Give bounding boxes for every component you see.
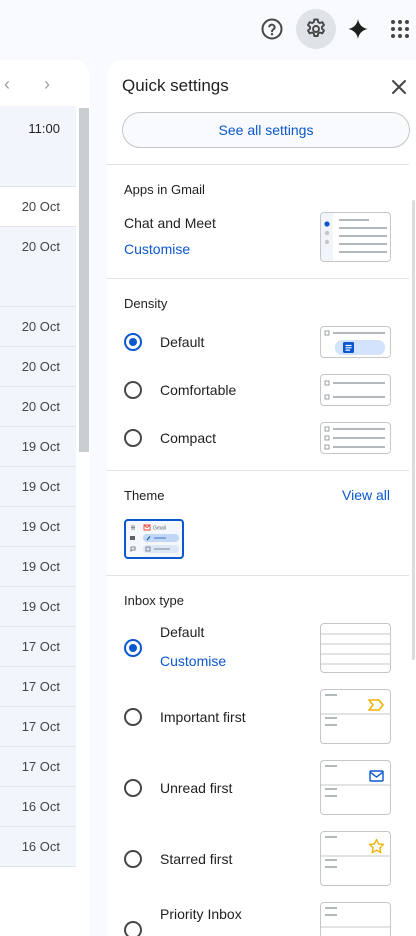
chat-meet-label: Chat and Meet	[124, 215, 216, 231]
mail-row[interactable]: 16 Oct	[0, 787, 76, 827]
mail-date: 20 Oct	[21, 399, 60, 414]
panel-title: Quick settings	[122, 76, 229, 95]
previous-page-button[interactable]: ‹	[4, 74, 10, 95]
close-icon	[392, 80, 406, 94]
mail-date: 17 Oct	[21, 639, 60, 654]
apps-customise-link[interactable]: Customise	[124, 241, 190, 257]
mail-list-scroll-thumb[interactable]	[79, 108, 89, 452]
density-comfortable-thumbnail	[320, 374, 391, 406]
apps-button[interactable]	[380, 9, 416, 49]
important-marker-icon	[368, 699, 384, 711]
settings-button[interactable]	[296, 9, 336, 49]
mail-date: 20 Oct	[21, 199, 60, 214]
theme-view-all-link[interactable]: View all	[342, 487, 390, 503]
inbox-starred-first-label[interactable]: Starred first	[160, 851, 232, 867]
apps-section-heading: Apps in Gmail	[124, 182, 205, 197]
theme-thumbnail[interactable]: Gmail	[124, 519, 184, 559]
density-default-label[interactable]: Default	[160, 334, 204, 350]
mail-rows: 11:00 20 Oct 20 Oct 20 Oct 20 Oct 20 Oct…	[0, 106, 76, 867]
top-bar	[0, 0, 416, 58]
inbox-important-first-radio[interactable]	[124, 708, 142, 726]
mail-row[interactable]: 20 Oct	[0, 187, 76, 227]
mail-envelope-icon	[369, 770, 384, 782]
density-section-heading: Density	[124, 296, 168, 311]
mail-row[interactable]: 20 Oct	[0, 227, 76, 307]
mail-date: 19 Oct	[21, 479, 60, 494]
mail-date: 20 Oct	[21, 359, 60, 374]
mail-row[interactable]: 17 Oct	[0, 667, 76, 707]
quick-settings-panel: Quick settings See all settings Apps in …	[107, 60, 416, 936]
mail-date: 19 Oct	[21, 439, 60, 454]
gemini-button[interactable]	[338, 9, 378, 49]
mail-row[interactable]: 19 Oct	[0, 587, 76, 627]
density-default-thumbnail	[320, 326, 391, 358]
mail-date: 19 Oct	[21, 559, 60, 574]
mail-list-pane: ‹ › 11:00 20 Oct 20 Oct 20 Oct 20 Oct 20…	[0, 60, 90, 936]
density-compact-label[interactable]: Compact	[160, 430, 216, 446]
mail-date: 17 Oct	[21, 679, 60, 694]
inbox-important-first-thumbnail	[320, 689, 391, 744]
gemini-sparkle-icon	[348, 19, 368, 39]
star-icon	[368, 838, 385, 854]
help-button[interactable]	[252, 9, 292, 49]
inbox-priority-label[interactable]: Priority Inbox	[160, 906, 242, 922]
quick-settings-scrollbar[interactable]	[412, 200, 415, 660]
inbox-priority-thumbnail	[320, 902, 391, 936]
inbox-unread-first-thumbnail	[320, 760, 391, 815]
mail-row[interactable]: 20 Oct	[0, 387, 76, 427]
mail-row[interactable]: 20 Oct	[0, 307, 76, 347]
pagination-arrows: ‹ ›	[0, 60, 90, 106]
divider	[107, 278, 409, 279]
help-icon	[261, 18, 283, 40]
inbox-default-radio[interactable]	[124, 639, 142, 657]
density-comfortable-label[interactable]: Comfortable	[160, 382, 236, 398]
mail-row[interactable]: 19 Oct	[0, 427, 76, 467]
density-default-radio[interactable]	[124, 333, 142, 351]
mail-date: 16 Oct	[21, 799, 60, 814]
mail-row[interactable]: 17 Oct	[0, 707, 76, 747]
mail-date: 11:00	[28, 121, 60, 136]
inbox-starred-first-thumbnail	[320, 831, 391, 886]
inbox-priority-radio[interactable]	[124, 921, 142, 936]
inbox-important-first-label[interactable]: Important first	[160, 709, 246, 725]
mail-date: 17 Oct	[21, 719, 60, 734]
mail-row[interactable]: 19 Oct	[0, 547, 76, 587]
mail-row[interactable]: 16 Oct	[0, 827, 76, 867]
inbox-unread-first-label[interactable]: Unread first	[160, 780, 232, 796]
mail-date: 20 Oct	[21, 239, 60, 254]
mail-date: 19 Oct	[21, 599, 60, 614]
divider	[107, 575, 409, 576]
apps-grid-icon	[391, 20, 409, 38]
close-button[interactable]	[388, 76, 410, 98]
mail-date: 17 Oct	[21, 759, 60, 774]
inbox-starred-first-radio[interactable]	[124, 850, 142, 868]
inbox-default-label[interactable]: Default	[160, 624, 204, 640]
divider	[107, 470, 409, 471]
density-comfortable-radio[interactable]	[124, 381, 142, 399]
inbox-type-section-heading: Inbox type	[124, 593, 184, 608]
next-page-button[interactable]: ›	[44, 74, 50, 95]
inbox-customise-link[interactable]: Customise	[160, 653, 226, 669]
mail-date: 19 Oct	[21, 519, 60, 534]
inbox-unread-first-radio[interactable]	[124, 779, 142, 797]
density-compact-thumbnail	[320, 422, 391, 454]
mail-row[interactable]: 19 Oct	[0, 467, 76, 507]
inbox-default-thumbnail	[320, 623, 391, 673]
mail-row[interactable]: 19 Oct	[0, 507, 76, 547]
density-compact-radio[interactable]	[124, 429, 142, 447]
mail-row[interactable]: 17 Oct	[0, 747, 76, 787]
mail-date: 20 Oct	[21, 319, 60, 334]
mail-date: 16 Oct	[21, 839, 60, 854]
chat-meet-thumbnail	[320, 212, 391, 262]
mail-row[interactable]: 11:00	[0, 106, 76, 187]
mail-row[interactable]: 20 Oct	[0, 347, 76, 387]
theme-thumb-label: Gmail	[153, 526, 166, 532]
see-all-settings-button[interactable]: See all settings	[122, 112, 410, 148]
theme-section-heading: Theme	[124, 488, 165, 503]
mail-row[interactable]: 17 Oct	[0, 627, 76, 667]
settings-gear-icon	[307, 18, 325, 37]
divider	[107, 164, 409, 165]
